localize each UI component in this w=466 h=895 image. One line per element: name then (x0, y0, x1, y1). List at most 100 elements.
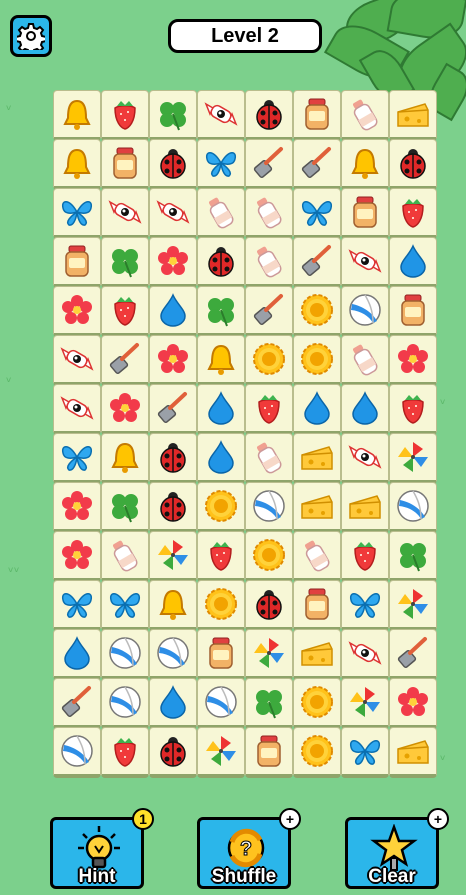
tile-clover[interactable] (149, 90, 197, 141)
tile-clover[interactable] (389, 531, 437, 582)
tile-jar[interactable] (389, 286, 437, 337)
tile-pinwheel[interactable] (149, 531, 197, 582)
tile-ball[interactable] (101, 678, 149, 729)
tile-sunflower[interactable] (245, 531, 293, 582)
tile-ladybug[interactable] (197, 237, 245, 288)
tile-strawberry[interactable] (101, 286, 149, 337)
tile-spatula[interactable] (293, 139, 341, 190)
tile-pinwheel[interactable] (389, 580, 437, 631)
tile-sunflower[interactable] (293, 727, 341, 778)
tile-butterfly[interactable] (341, 727, 389, 778)
tile-drop[interactable] (53, 629, 101, 680)
tile-sunflower[interactable] (197, 482, 245, 533)
tile-flower[interactable] (389, 335, 437, 386)
tile-butterfly[interactable] (197, 139, 245, 190)
tile-flower[interactable] (53, 286, 101, 337)
tile-spatula[interactable] (245, 139, 293, 190)
tile-flower[interactable] (149, 335, 197, 386)
tile-candy[interactable] (53, 335, 101, 386)
tile-strawberry[interactable] (389, 384, 437, 435)
tile-ladybug[interactable] (149, 727, 197, 778)
tile-butterfly[interactable] (53, 188, 101, 239)
tile-jar[interactable] (293, 90, 341, 141)
tile-candy[interactable] (197, 90, 245, 141)
clear-add-badge[interactable]: + (427, 808, 449, 830)
tile-clover[interactable] (101, 237, 149, 288)
tile-cheese[interactable] (389, 727, 437, 778)
tile-ball[interactable] (53, 727, 101, 778)
tile-jar[interactable] (341, 188, 389, 239)
tile-sunflower[interactable] (245, 335, 293, 386)
tile-bell[interactable] (341, 139, 389, 190)
tile-jar[interactable] (197, 629, 245, 680)
tile-ball[interactable] (149, 629, 197, 680)
tile-pinwheel[interactable] (389, 433, 437, 484)
tile-butterfly[interactable] (293, 188, 341, 239)
tile-spatula[interactable] (149, 384, 197, 435)
tile-bell[interactable] (53, 139, 101, 190)
shuffle-button[interactable]: ? Shuffle + (197, 808, 301, 889)
tile-sunflower[interactable] (293, 286, 341, 337)
settings-button[interactable] (10, 15, 52, 57)
tile-bell[interactable] (197, 335, 245, 386)
shuffle-add-badge[interactable]: + (279, 808, 301, 830)
tile-butterfly[interactable] (101, 580, 149, 631)
tile-drop[interactable] (149, 678, 197, 729)
tile-bottle[interactable] (197, 188, 245, 239)
tile-drop[interactable] (149, 286, 197, 337)
tile-spatula[interactable] (293, 237, 341, 288)
tile-flower[interactable] (101, 384, 149, 435)
tile-strawberry[interactable] (101, 90, 149, 141)
tile-ladybug[interactable] (245, 580, 293, 631)
tile-cheese[interactable] (341, 482, 389, 533)
tile-bottle[interactable] (341, 90, 389, 141)
tile-cheese[interactable] (293, 482, 341, 533)
tile-bottle[interactable] (245, 433, 293, 484)
tile-clover[interactable] (245, 678, 293, 729)
tile-drop[interactable] (293, 384, 341, 435)
tile-candy[interactable] (341, 237, 389, 288)
tile-bell[interactable] (149, 580, 197, 631)
tile-flower[interactable] (149, 237, 197, 288)
tile-cheese[interactable] (389, 90, 437, 141)
tile-drop[interactable] (197, 433, 245, 484)
tile-ladybug[interactable] (149, 433, 197, 484)
tile-sunflower[interactable] (197, 580, 245, 631)
tile-spatula[interactable] (101, 335, 149, 386)
tile-candy[interactable] (341, 433, 389, 484)
tile-drop[interactable] (197, 384, 245, 435)
tile-ball[interactable] (101, 629, 149, 680)
tile-butterfly[interactable] (53, 433, 101, 484)
tile-bottle[interactable] (293, 531, 341, 582)
tile-spatula[interactable] (53, 678, 101, 729)
tile-ball[interactable] (245, 482, 293, 533)
tile-jar[interactable] (245, 727, 293, 778)
tile-candy[interactable] (101, 188, 149, 239)
tile-ladybug[interactable] (245, 90, 293, 141)
tile-clover[interactable] (101, 482, 149, 533)
tile-jar[interactable] (53, 237, 101, 288)
tile-cheese[interactable] (293, 629, 341, 680)
tile-pinwheel[interactable] (341, 678, 389, 729)
tile-jar[interactable] (101, 139, 149, 190)
tile-ladybug[interactable] (389, 139, 437, 190)
tile-strawberry[interactable] (389, 188, 437, 239)
tile-pinwheel[interactable] (245, 629, 293, 680)
tile-spatula[interactable] (389, 629, 437, 680)
tile-sunflower[interactable] (293, 678, 341, 729)
tile-flower[interactable] (389, 678, 437, 729)
tile-candy[interactable] (341, 629, 389, 680)
tile-bottle[interactable] (245, 237, 293, 288)
tile-spatula[interactable] (245, 286, 293, 337)
tile-bell[interactable] (101, 433, 149, 484)
tile-candy[interactable] (149, 188, 197, 239)
tile-cheese[interactable] (293, 433, 341, 484)
tile-clover[interactable] (197, 286, 245, 337)
tile-butterfly[interactable] (53, 580, 101, 631)
tile-strawberry[interactable] (101, 727, 149, 778)
tile-bell[interactable] (53, 90, 101, 141)
hint-button[interactable]: Hint 1 (50, 808, 154, 889)
tile-strawberry[interactable] (341, 531, 389, 582)
tile-ball[interactable] (341, 286, 389, 337)
tile-butterfly[interactable] (341, 580, 389, 631)
